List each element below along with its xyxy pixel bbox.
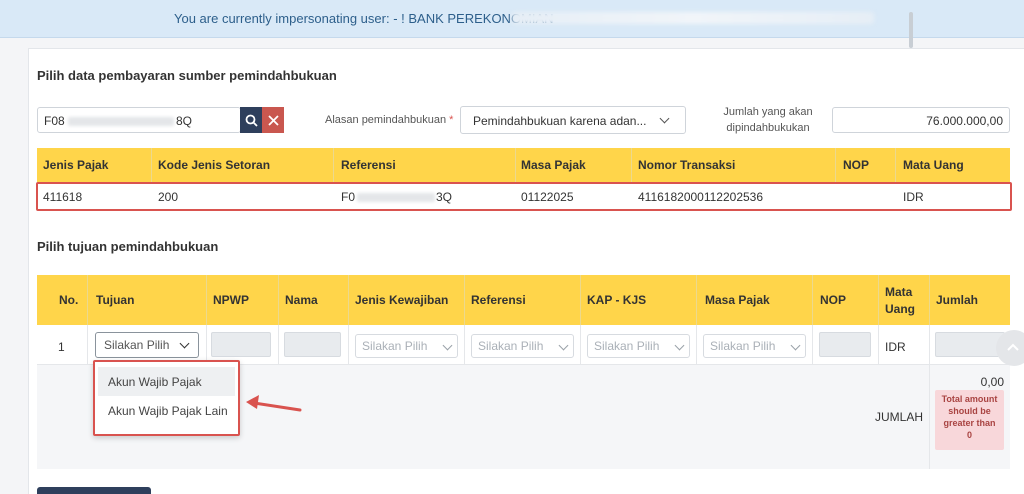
required-marker: *	[449, 114, 454, 126]
npwp-field[interactable]	[211, 332, 271, 357]
dropdown-option-akun-wajib-pajak[interactable]: Akun Wajib Pajak	[98, 367, 235, 396]
nama-field[interactable]	[284, 332, 341, 357]
td-nomor-transaksi: 4116182000112202536	[638, 190, 764, 204]
total-value: 0,00	[980, 375, 1004, 389]
amount-value: 76.000.000,00	[926, 114, 1003, 128]
th-dest-mata-uang: Mata Uang	[885, 285, 915, 316]
banner-text: You are currently impersonating user: - …	[174, 11, 554, 26]
th-no: No.	[59, 293, 79, 307]
chevron-down-icon	[790, 340, 801, 351]
chevron-down-icon	[674, 340, 685, 351]
th-dest-masa-pajak: Masa Pajak	[705, 293, 770, 307]
nop-field[interactable]	[819, 332, 871, 357]
th-nama: Nama	[285, 293, 318, 307]
amount-label: Jumlah yang akan dipindahbukukan	[723, 106, 813, 134]
search-button[interactable]	[240, 107, 262, 133]
clear-button[interactable]	[262, 107, 284, 133]
arrow-icon	[246, 395, 302, 412]
th-kode-jenis-setoran: Kode Jenis Setoran	[158, 158, 271, 172]
th-jumlah: Jumlah	[936, 293, 979, 307]
td-masa-pajak: 01122025	[521, 190, 574, 204]
td-row-mata-uang: IDR	[885, 340, 906, 354]
th-dest-referensi: Referensi	[471, 293, 526, 307]
impersonation-banner: You are currently impersonating user: - …	[0, 0, 1024, 48]
total-error-badge: Total amount should be greater than 0	[935, 390, 1004, 450]
th-tujuan: Tujuan	[96, 293, 135, 307]
source-search-input[interactable]: F08 8Q	[37, 107, 241, 133]
reason-select[interactable]: Pemindahbukuan karena adan...	[460, 106, 686, 134]
th-npwp: NPWP	[213, 293, 249, 307]
th-masa-pajak: Masa Pajak	[521, 158, 586, 172]
jumlah-field[interactable]	[935, 332, 1005, 357]
th-mata-uang: Mata Uang	[903, 158, 964, 172]
td-referensi-suffix: 3Q	[436, 190, 453, 204]
search-value-prefix: F08	[44, 114, 65, 128]
redacted-value	[68, 117, 174, 126]
chevron-down-icon	[659, 113, 670, 124]
tujuan-placeholder: Silakan Pilih	[104, 338, 170, 352]
th-nomor-transaksi: Nomor Transaksi	[638, 158, 736, 172]
referensi-redacted	[357, 193, 435, 202]
search-value-suffix: 8Q	[176, 114, 193, 128]
td-mata-uang: IDR	[903, 190, 924, 204]
th-dest-nop: NOP	[820, 293, 847, 307]
scroll-up-icon	[1007, 343, 1019, 351]
total-label: JUMLAH	[875, 410, 924, 424]
th-kap-kjs: KAP - KJS	[587, 293, 647, 307]
jenis-kewajiban-select[interactable]: Silakan Pilih	[355, 334, 458, 358]
td-referensi-prefix: F0	[341, 190, 356, 204]
tujuan-select[interactable]: Silakan Pilih	[95, 332, 199, 358]
clear-icon	[267, 114, 279, 126]
chevron-down-icon	[558, 340, 569, 351]
submit-button[interactable]	[37, 487, 151, 494]
th-referensi: Referensi	[341, 158, 396, 172]
tujuan-dropdown-menu: Akun Wajib Pajak Akun Wajib Pajak Lain	[93, 360, 240, 436]
source-section-title: Pilih data pembayaran sumber pemindahbuk…	[37, 68, 337, 83]
th-nop: NOP	[843, 158, 870, 172]
th-jenis-pajak: Jenis Pajak	[43, 158, 109, 172]
reason-value: Pemindahbukuan karena adan...	[473, 114, 647, 128]
th-jenis-kewajiban: Jenis Kewajiban	[355, 293, 449, 307]
referensi-select[interactable]: Silakan Pilih	[471, 334, 574, 358]
chevron-down-icon	[442, 340, 453, 351]
td-row-no: 1	[58, 340, 65, 354]
banner-redacted	[512, 12, 874, 24]
amount-field: 76.000.000,00	[832, 107, 1010, 133]
kap-kjs-select[interactable]: Silakan Pilih	[587, 334, 690, 358]
banner-scroll-indicator	[909, 12, 913, 48]
td-jenis-pajak: 411618	[43, 190, 83, 204]
reason-label: Alasan pemindahbukuan *	[325, 114, 454, 126]
search-icon	[245, 114, 258, 127]
masa-pajak-select[interactable]: Silakan Pilih	[703, 334, 806, 358]
chevron-down-icon	[179, 338, 190, 349]
td-kode: 200	[158, 190, 179, 204]
dest-section-title: Pilih tujuan pemindahbukuan	[37, 239, 219, 254]
scroll-up-button[interactable]	[996, 330, 1024, 366]
dropdown-option-akun-wajib-pajak-lain[interactable]: Akun Wajib Pajak Lain	[98, 398, 235, 427]
